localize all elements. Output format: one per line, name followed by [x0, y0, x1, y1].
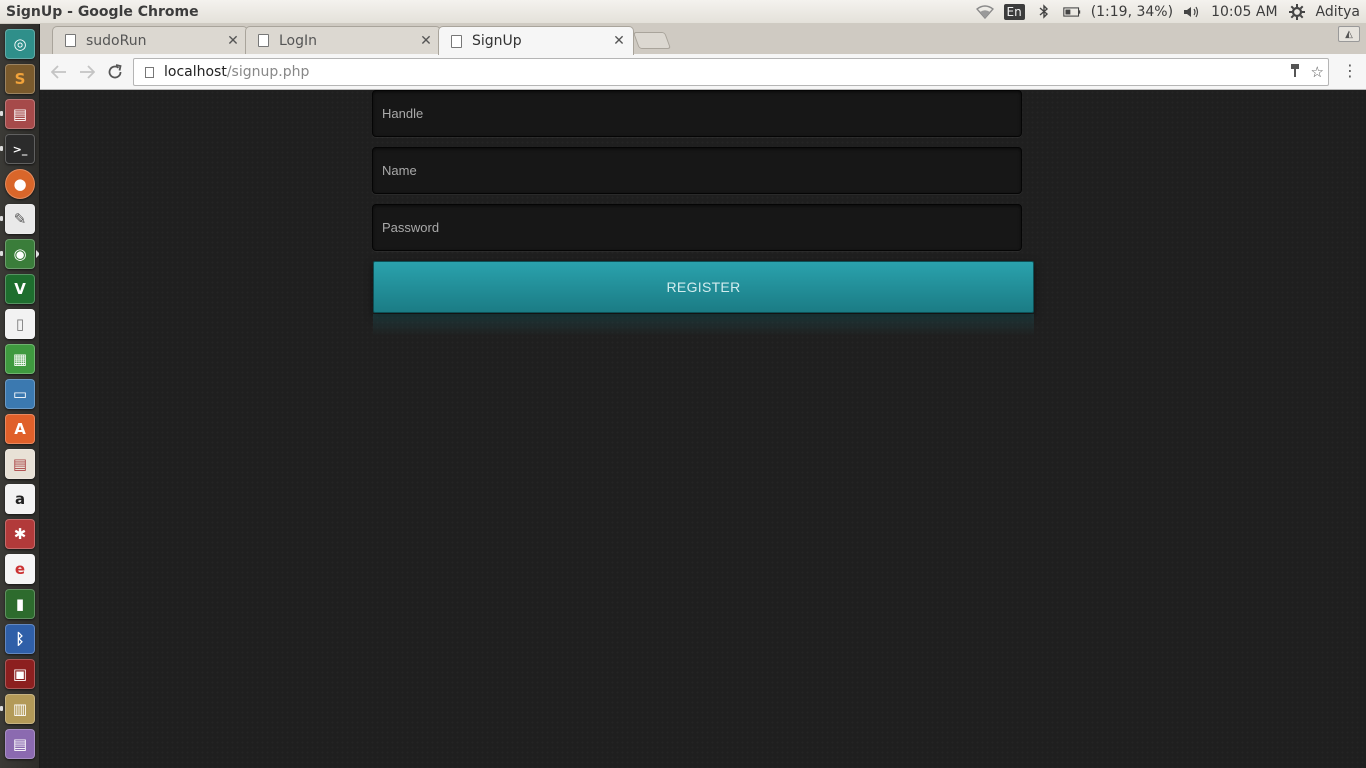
tab-login[interactable]: LogIn ✕	[245, 26, 441, 54]
button-reflection	[373, 314, 1034, 336]
vim-icon[interactable]: V	[5, 274, 35, 304]
document-viewer-icon[interactable]: ▤	[5, 449, 35, 479]
chrome-menu-icon[interactable]: ⋮	[1342, 61, 1358, 80]
profile-icon[interactable]: ◭	[1338, 26, 1360, 42]
battery-icon[interactable]	[1062, 4, 1081, 20]
bluetooth-icon[interactable]	[1035, 4, 1053, 20]
system-tray: En (1:19, 34%) 10:05 AM Aditya	[975, 3, 1366, 20]
register-button[interactable]: REGISTER	[373, 261, 1034, 313]
omnibox-actions: ☆	[1289, 63, 1324, 83]
window-title: SignUp - Google Chrome	[6, 3, 199, 20]
clock[interactable]: 10:05 AM	[1211, 4, 1277, 20]
screenshot-icon[interactable]: ▣	[5, 659, 35, 689]
close-icon[interactable]: ✕	[225, 33, 241, 49]
dash-icon[interactable]: ◎	[5, 29, 35, 59]
browser-window: sudoRun ✕ LogIn ✕ SignUp ✕ ◭ localhost/s…	[40, 24, 1366, 768]
bluetooth-icon[interactable]: ᛒ	[5, 624, 35, 654]
handle-input[interactable]	[372, 90, 1022, 137]
url-path: /signup.php	[226, 64, 310, 80]
tab-title: SignUp	[472, 33, 522, 49]
presentation-icon[interactable]: ▭	[5, 379, 35, 409]
document-icon[interactable]: ▯	[5, 309, 35, 339]
new-tab-button[interactable]	[632, 32, 672, 49]
reload-button[interactable]	[102, 59, 128, 85]
browser-toolbar: localhost/signup.php ☆ ⋮	[40, 54, 1366, 90]
tab-signup[interactable]: SignUp ✕	[438, 26, 634, 55]
launcher: ◎ S ▤ >_ ● ✎ ◉ V ▯ ▦ ▭ A ▤ a ✱ e ▮ ᛒ ▣ ▥…	[0, 24, 40, 768]
user-name[interactable]: Aditya	[1316, 4, 1360, 20]
url-host: localhost	[164, 64, 227, 80]
page-info-icon[interactable]	[145, 66, 154, 78]
workspace-icon[interactable]: ▤	[5, 729, 35, 759]
close-icon[interactable]: ✕	[611, 33, 627, 49]
battery-status: (1:19, 34%)	[1090, 3, 1174, 20]
tab-title: sudoRun	[86, 32, 147, 49]
address-bar[interactable]: localhost/signup.php ☆	[133, 58, 1329, 86]
wifi-icon[interactable]	[975, 4, 994, 20]
tab-sudorun[interactable]: sudoRun ✕	[52, 26, 248, 54]
battery-monitor-icon[interactable]: ▮	[5, 589, 35, 619]
keyboard-layout-indicator[interactable]: En	[1003, 3, 1025, 20]
terminal-icon[interactable]: >_	[5, 134, 35, 164]
sublime-text-icon[interactable]: S	[5, 64, 35, 94]
page-icon	[258, 34, 269, 47]
gear-icon[interactable]	[1288, 3, 1306, 20]
back-button[interactable]	[46, 59, 72, 85]
tab-strip: sudoRun ✕ LogIn ✕ SignUp ✕ ◭	[40, 24, 1366, 55]
bookmark-star-icon[interactable]: ☆	[1311, 63, 1324, 83]
page-icon	[65, 34, 76, 47]
back-arrow-icon	[51, 64, 66, 79]
forward-button[interactable]	[74, 59, 100, 85]
reload-icon	[108, 63, 122, 78]
tab-title: LogIn	[279, 32, 318, 49]
system-settings-icon[interactable]: ✱	[5, 519, 35, 549]
paint-brush-icon[interactable]	[1289, 63, 1301, 83]
amazon-icon[interactable]: a	[5, 484, 35, 514]
spreadsheet-icon[interactable]: ▦	[5, 344, 35, 374]
file-manager-icon[interactable]: ▤	[5, 99, 35, 129]
forward-arrow-icon	[80, 64, 95, 79]
volume-icon[interactable]	[1183, 4, 1201, 20]
signup-page: REGISTER	[40, 90, 1366, 768]
page-icon	[451, 34, 462, 48]
system-top-panel: SignUp - Google Chrome En (1:19, 34%) 10…	[0, 0, 1366, 24]
text-editor-icon[interactable]: ✎	[5, 204, 35, 234]
printer-icon[interactable]: ▥	[5, 694, 35, 724]
chrome-icon[interactable]: ◉	[5, 239, 35, 269]
ebook-icon[interactable]: e	[5, 554, 35, 584]
software-center-icon[interactable]: A	[5, 414, 35, 444]
firefox-icon[interactable]: ●	[5, 169, 35, 199]
name-input[interactable]	[372, 147, 1022, 194]
password-input[interactable]	[372, 204, 1022, 251]
close-icon[interactable]: ✕	[418, 33, 434, 49]
